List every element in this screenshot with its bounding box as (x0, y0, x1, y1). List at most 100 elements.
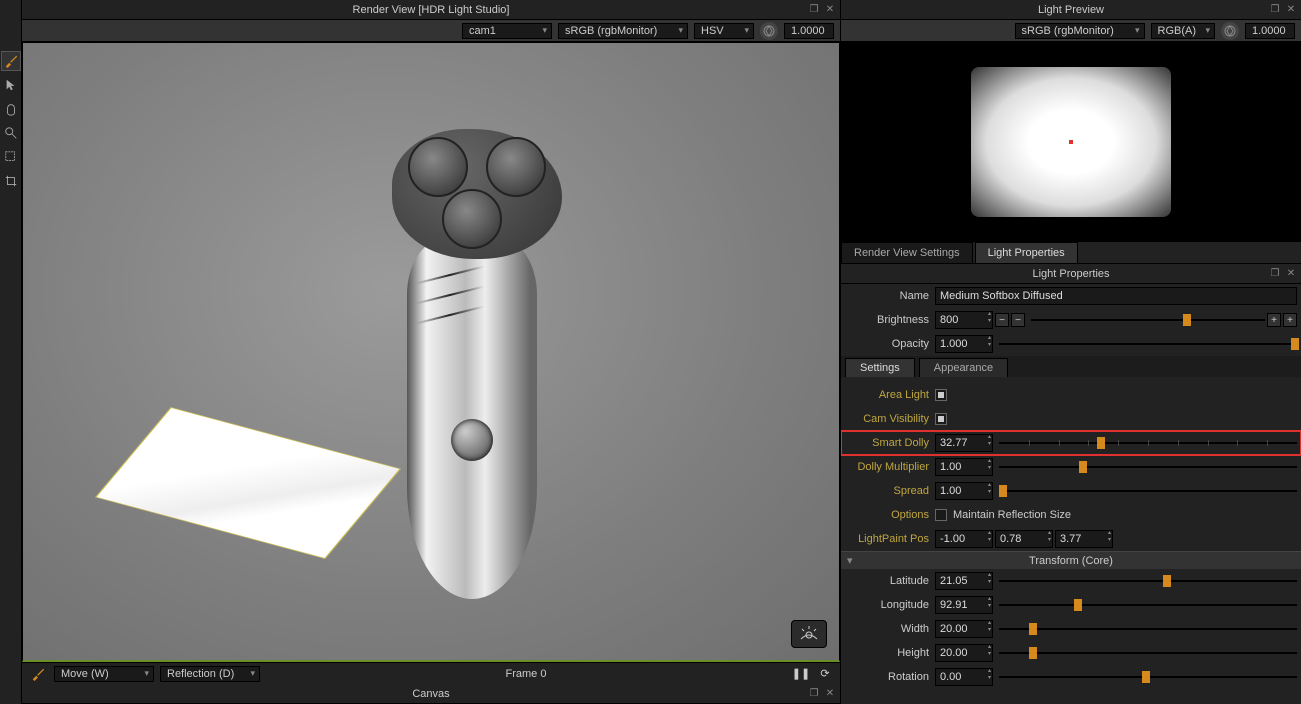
longitude-slider[interactable] (999, 598, 1297, 612)
brightness-double-button[interactable]: − (1011, 313, 1025, 327)
label-latitude: Latitude (845, 575, 935, 587)
pan-tool-icon[interactable] (1, 99, 21, 119)
brightness-plus2-button[interactable]: + (1283, 313, 1297, 327)
lpp-z-input[interactable]: 3.77 (1055, 530, 1113, 548)
dollymult-slider[interactable] (999, 460, 1297, 474)
panel-tabs: Render View Settings Light Properties (841, 242, 1301, 264)
light-preview-header: Light Preview ❐ ✕ (841, 0, 1301, 20)
select-tool-icon[interactable] (1, 75, 21, 95)
row-camvis: Cam Visibility (841, 407, 1301, 431)
brightness-slider[interactable] (1031, 313, 1265, 327)
aperture-icon[interactable] (1221, 22, 1239, 40)
canvas-title: Canvas (412, 688, 449, 700)
chevron-down-icon[interactable]: ▾ (847, 554, 853, 567)
lp-exposure-input[interactable]: 1.0000 (1245, 23, 1295, 39)
light-preview-viewport[interactable] (841, 42, 1301, 242)
crop-tool-icon[interactable] (1, 171, 21, 191)
subtab-appearance[interactable]: Appearance (919, 358, 1008, 377)
label-width: Width (845, 623, 935, 635)
restore-icon[interactable]: ❐ (1269, 268, 1281, 280)
width-input[interactable]: 20.00 (935, 620, 993, 638)
row-latitude: Latitude 21.05 (841, 569, 1301, 593)
colormodel-dropdown[interactable]: HSV (694, 23, 754, 39)
height-slider[interactable] (999, 646, 1297, 660)
pause-icon[interactable]: ❚❚ (792, 665, 810, 683)
label-options: Options (845, 509, 935, 521)
brightness-plus-button[interactable]: + (1267, 313, 1281, 327)
dollymult-input[interactable]: 1.00 (935, 458, 993, 476)
smartdolly-input[interactable]: 32.77 (935, 434, 993, 452)
height-input[interactable]: 20.00 (935, 644, 993, 662)
render-viewport[interactable] (22, 42, 840, 662)
spread-slider[interactable] (999, 484, 1297, 498)
maintain-refl-checkbox[interactable] (935, 509, 947, 521)
light-props-header: Light Properties ❐ ✕ (841, 264, 1301, 284)
row-dollymult: Dolly Multiplier 1.00 (841, 455, 1301, 479)
label-name: Name (845, 290, 935, 302)
region-tool-icon[interactable] (1, 147, 21, 167)
tool-dropdown[interactable]: Move (W) (54, 666, 154, 682)
transform-section-header[interactable]: ▾ Transform (Core) (841, 551, 1301, 569)
render-view-header: Render View [HDR Light Studio] ❐ ✕ (22, 0, 840, 20)
light-preview-toolbar: sRGB (rgbMonitor) RGB(A) 1.0000 (841, 20, 1301, 42)
lpp-x-input[interactable]: -1.00 (935, 530, 993, 548)
colorspace-dropdown[interactable]: sRGB (rgbMonitor) (558, 23, 688, 39)
sun-toggle-icon[interactable] (791, 620, 827, 648)
row-width: Width 20.00 (841, 617, 1301, 641)
light-gizmo[interactable] (123, 363, 403, 603)
mode-dropdown[interactable]: Reflection (D) (160, 666, 260, 682)
arealight-checkbox[interactable] (935, 389, 947, 401)
tool-strip (0, 0, 22, 704)
label-height: Height (845, 647, 935, 659)
zoom-tool-icon[interactable] (1, 123, 21, 143)
viewport-status-bar: Move (W) Reflection (D) Frame 0 ❚❚ ⟳ (22, 662, 840, 684)
row-arealight: Area Light (841, 383, 1301, 407)
render-view-column: Render View [HDR Light Studio] ❐ ✕ cam1 … (22, 0, 841, 704)
lpp-y-input[interactable]: 0.78 (995, 530, 1053, 548)
brush-tool-icon[interactable] (1, 51, 21, 71)
camera-dropdown[interactable]: cam1 (462, 23, 552, 39)
close-icon[interactable]: ✕ (824, 688, 836, 700)
light-props-title: Light Properties (1032, 268, 1109, 280)
longitude-input[interactable]: 92.91 (935, 596, 993, 614)
brush-status-icon[interactable] (28, 664, 48, 684)
smartdolly-slider[interactable] (999, 436, 1297, 450)
frame-label: Frame 0 (266, 668, 786, 680)
lp-channel-dropdown[interactable]: RGB(A) (1151, 23, 1216, 39)
width-slider[interactable] (999, 622, 1297, 636)
refresh-icon[interactable]: ⟳ (816, 665, 834, 683)
tab-render-settings[interactable]: Render View Settings (841, 242, 973, 263)
restore-icon[interactable]: ❐ (1269, 4, 1281, 16)
name-input[interactable] (935, 287, 1297, 305)
spread-input[interactable]: 1.00 (935, 482, 993, 500)
row-brightness: Brightness 800 − − + + (841, 308, 1301, 332)
exposure-input[interactable]: 1.0000 (784, 23, 834, 39)
camvis-checkbox[interactable] (935, 413, 947, 425)
row-opacity: Opacity 1.000 (841, 332, 1301, 356)
aperture-icon[interactable] (760, 22, 778, 40)
light-preview-title: Light Preview (1038, 4, 1104, 16)
close-icon[interactable]: ✕ (1285, 268, 1297, 280)
maintain-refl-label: Maintain Reflection Size (953, 509, 1071, 521)
label-spread: Spread (845, 485, 935, 497)
lp-colorspace-dropdown[interactable]: sRGB (rgbMonitor) (1015, 23, 1145, 39)
opacity-slider[interactable] (999, 337, 1297, 351)
scene-object-shaver (382, 129, 572, 599)
close-icon[interactable]: ✕ (1285, 4, 1297, 16)
latitude-input[interactable]: 21.05 (935, 572, 993, 590)
label-camvis: Cam Visibility (845, 413, 935, 425)
close-icon[interactable]: ✕ (824, 4, 836, 16)
tab-light-properties[interactable]: Light Properties (975, 242, 1078, 263)
restore-icon[interactable]: ❐ (808, 4, 820, 16)
label-lightpaint: LightPaint Pos (845, 533, 935, 545)
subtab-settings[interactable]: Settings (845, 358, 915, 377)
opacity-input[interactable]: 1.000 (935, 335, 993, 353)
rotation-slider[interactable] (999, 670, 1297, 684)
rotation-input[interactable]: 0.00 (935, 668, 993, 686)
row-rotation: Rotation 0.00 (841, 665, 1301, 689)
restore-icon[interactable]: ❐ (808, 688, 820, 700)
light-preview-image (971, 67, 1171, 217)
latitude-slider[interactable] (999, 574, 1297, 588)
brightness-input[interactable]: 800 (935, 311, 993, 329)
brightness-half-button[interactable]: − (995, 313, 1009, 327)
